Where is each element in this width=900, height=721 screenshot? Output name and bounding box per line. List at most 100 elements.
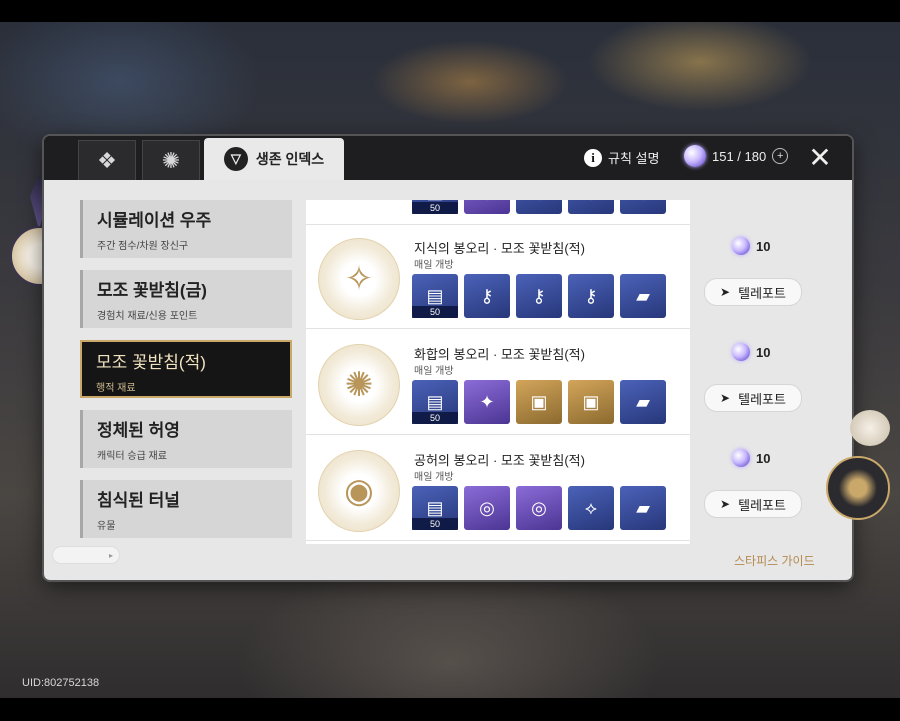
- add-stamina-button[interactable]: +: [772, 148, 789, 164]
- tab-compass[interactable]: ✺: [142, 140, 200, 181]
- exp-material-icon: ▤: [426, 391, 444, 412]
- nihility-emblem-icon: ◉: [318, 450, 400, 532]
- sidebar-item-stagnant-shadow[interactable]: 정체된 허영 캐릭터 승급 재료: [80, 410, 292, 468]
- list-item-partial: ▤50 ◆ ◆ ◆ ◆: [306, 200, 690, 225]
- survival-index-icon: ▽: [223, 147, 248, 171]
- sidebar-item-subtitle: 캐릭터 승급 재료: [97, 451, 167, 462]
- reward-items: ▤ 50 ⚷ ⚷ ⚷ ▰: [412, 274, 666, 318]
- eye-icon: ◎: [531, 497, 547, 518]
- teleport-label: 텔레포트: [738, 497, 786, 513]
- reward-count: 50: [412, 412, 458, 424]
- sidebar-item-calyx-crimson[interactable]: 모조 꽃받침(적) 행적 재료: [80, 340, 292, 398]
- list-item: ✧ 지식의 봉오리 · 모조 꽃받침(적) 매일 개방 ▤ 50 ⚷ ⚷ ⚷ ▰: [306, 224, 690, 329]
- info-icon: i: [584, 148, 602, 167]
- cost-label: 10: [732, 343, 770, 361]
- cost-value: 10: [756, 344, 771, 360]
- teleport-arrow-icon: ➤: [720, 285, 731, 299]
- sidebar-item-title: 정체된 허영: [97, 421, 180, 440]
- close-button[interactable]: ✕: [806, 144, 834, 172]
- reward-count: 50: [412, 202, 458, 214]
- cost-label: 10: [732, 449, 770, 467]
- close-icon: ✕: [808, 142, 832, 173]
- material-icon: ◆: [584, 200, 598, 203]
- reward-item[interactable]: ▤50: [412, 274, 458, 318]
- calyx-name: 화합의 봉오리 · 모조 꽃받침(적): [414, 347, 585, 362]
- key-icon: ⚷: [532, 285, 546, 306]
- sidebar-item-subtitle: 경험치 재료/신용 포인트: [97, 311, 198, 322]
- teleport-arrow-icon: ➤: [720, 391, 731, 405]
- reward-item[interactable]: ◆: [620, 200, 666, 214]
- trailblaze-power-icon: [732, 237, 750, 255]
- chest-icon: ▣: [582, 391, 600, 412]
- exp-material-icon: ▤: [426, 285, 444, 306]
- sidebar-item-calyx-golden[interactable]: 모조 꽃받침(금) 경험치 재료/신용 포인트: [80, 270, 292, 328]
- tab-grid[interactable]: ❖: [78, 140, 136, 181]
- reward-item[interactable]: ◆: [516, 200, 562, 214]
- teleport-button[interactable]: ➤ 텔레포트: [704, 278, 802, 306]
- material-icon: ◆: [532, 200, 546, 203]
- exp-material-icon: ▤: [426, 497, 444, 518]
- panel-body: 시뮬레이션 우주 주간 점수/차원 장신구 모조 꽃받침(금) 경험치 재료/신…: [44, 180, 852, 580]
- rules-button[interactable]: i 규칙 설명: [584, 148, 659, 167]
- reward-count: 50: [412, 306, 458, 318]
- reward-item[interactable]: ◆: [568, 200, 614, 214]
- sidebar-item-title: 침식된 터널: [97, 491, 180, 510]
- reward-items: ▤ 50 ◎ ◎ ⟡ ▰: [412, 486, 666, 530]
- reward-item[interactable]: ▤50: [412, 380, 458, 424]
- reward-item[interactable]: ▰: [620, 380, 666, 424]
- reward-item[interactable]: ◎: [516, 486, 562, 530]
- tab-survival-index[interactable]: ▽ 생존 인덱스: [204, 138, 344, 180]
- filter-toggle[interactable]: ▸: [52, 546, 120, 564]
- reward-item[interactable]: ⚷: [464, 274, 510, 318]
- sidebar-item-simulated-universe[interactable]: 시뮬레이션 우주 주간 점수/차원 장신구: [80, 200, 292, 258]
- calyx-name: 지식의 봉오리 · 모조 꽃받침(적): [414, 241, 585, 256]
- compass-emblem-icon: ✺: [161, 148, 181, 173]
- stamina-counter: 151 / 180 +: [684, 145, 789, 167]
- tab-label: 생존 인덱스: [255, 151, 325, 167]
- survival-index-panel: ❖ ✺ ▽ 생존 인덱스 i 규칙 설명 151 / 180 + ✕ 시뮬레이션…: [44, 136, 852, 580]
- calyx-name: 공허의 봉오리 · 모조 꽃받침(적): [414, 453, 585, 468]
- reward-item[interactable]: ▰: [620, 486, 666, 530]
- cost-value: 10: [756, 450, 771, 466]
- relic-icon: ▰: [636, 497, 650, 518]
- list-item: ✺ 화합의 봉오리 · 모조 꽃받침(적) 매일 개방 ▤ 50 ✦ ▣ ▣ ▰: [306, 330, 690, 435]
- material-icon: ◆: [636, 200, 650, 203]
- reward-item[interactable]: ◎: [464, 486, 510, 530]
- teleport-button[interactable]: ➤ 텔레포트: [704, 490, 802, 518]
- calyx-schedule: 매일 개방: [414, 260, 454, 271]
- reward-item[interactable]: ⚷: [568, 274, 614, 318]
- sidebar-item-subtitle: 유물: [97, 521, 116, 532]
- trailblaze-power-icon: [684, 145, 706, 167]
- dreamcatcher-icon: ⟡: [585, 497, 597, 518]
- pet-ornament-icon: [850, 410, 890, 446]
- reward-item[interactable]: ◆: [464, 200, 510, 214]
- sidebar-item-cavern-of-corrosion[interactable]: 침식된 터널 유물: [80, 480, 292, 538]
- calyx-schedule: 매일 개방: [414, 472, 454, 483]
- reward-item[interactable]: ▤50: [412, 200, 458, 214]
- sidebar-item-title: 모조 꽃받침(금): [97, 281, 207, 300]
- teleport-button[interactable]: ➤ 텔레포트: [704, 384, 802, 412]
- top-bar: ❖ ✺ ▽ 생존 인덱스 i 규칙 설명 151 / 180 + ✕: [44, 136, 852, 181]
- reward-item[interactable]: ▰: [620, 274, 666, 318]
- trailblaze-power-icon: [732, 343, 750, 361]
- reward-item[interactable]: ▣: [516, 380, 562, 424]
- material-icon: ◆: [480, 200, 494, 203]
- starpiece-guide-link[interactable]: 스타피스 가이드: [734, 552, 815, 569]
- trailblaze-power-icon: [732, 449, 750, 467]
- teleport-arrow-icon: ➤: [720, 497, 731, 511]
- reward-count: 50: [412, 518, 458, 530]
- reward-item[interactable]: ▤50: [412, 486, 458, 530]
- calyx-schedule: 매일 개방: [414, 366, 454, 377]
- cost-value: 10: [756, 238, 771, 254]
- reward-item[interactable]: ⚷: [516, 274, 562, 318]
- key-icon: ⚷: [584, 285, 598, 306]
- list-item: ◉ 공허의 봉오리 · 모조 꽃받침(적) 매일 개방 ▤ 50 ◎ ◎ ⟡ ▰: [306, 436, 690, 541]
- reward-item[interactable]: ✦: [464, 380, 510, 424]
- relic-icon: ▰: [636, 285, 650, 306]
- reward-items: ▤50 ◆ ◆ ◆ ◆: [412, 200, 666, 214]
- eye-icon: ◎: [479, 497, 495, 518]
- reward-item[interactable]: ⟡: [568, 486, 614, 530]
- reward-items: ▤ 50 ✦ ▣ ▣ ▰: [412, 380, 666, 424]
- calyx-list[interactable]: ▤50 ◆ ◆ ◆ ◆ ✧ 지식의 봉오리 · 모조 꽃받침(적) 매일 개방 …: [306, 200, 690, 544]
- reward-item[interactable]: ▣: [568, 380, 614, 424]
